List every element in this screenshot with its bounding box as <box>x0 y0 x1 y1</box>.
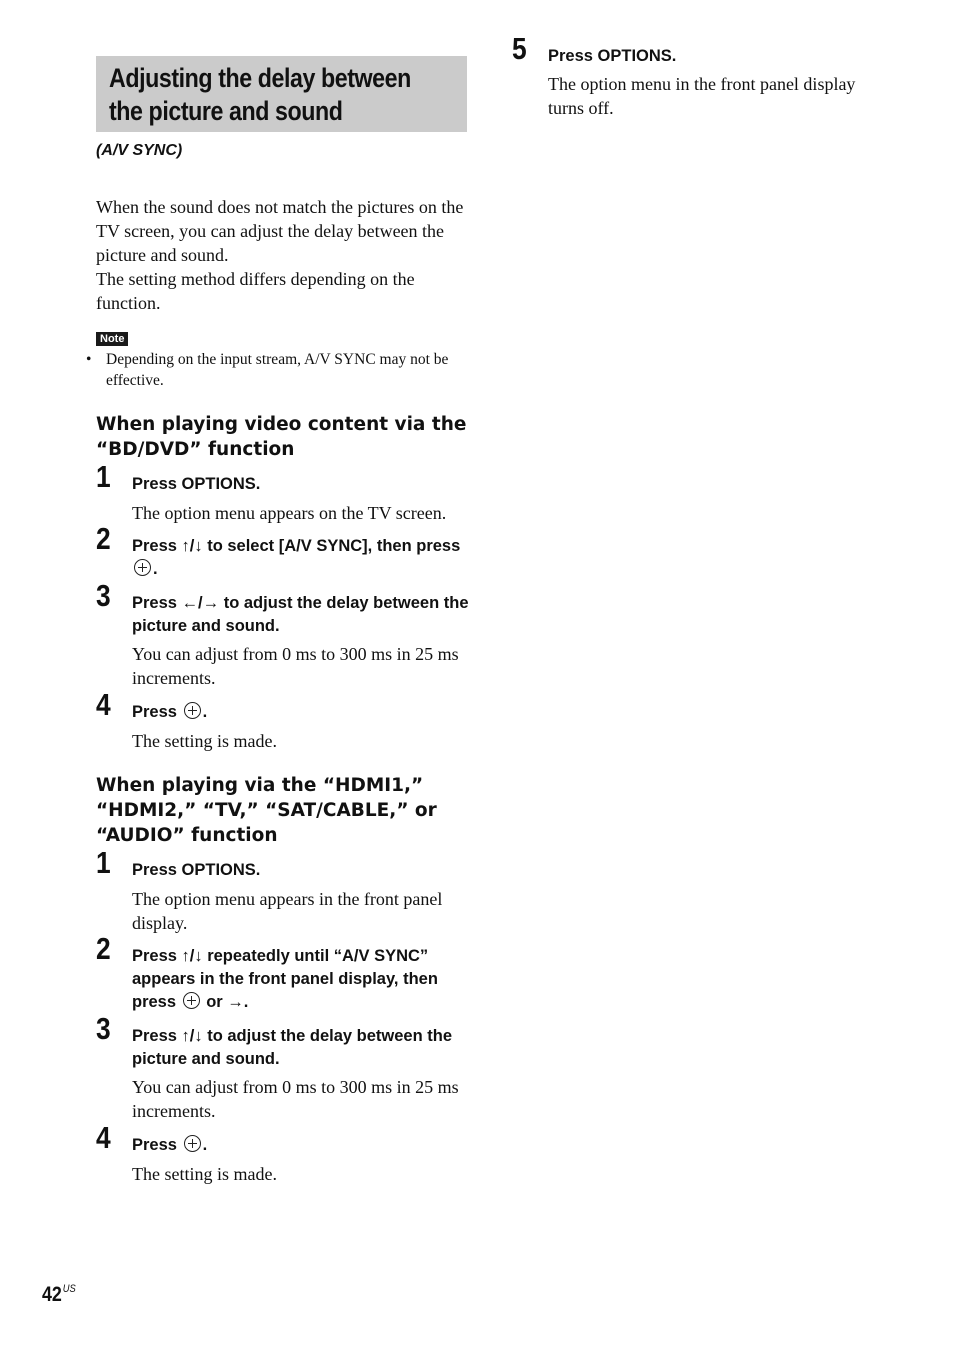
step-instruction: Press OPTIONS. <box>132 475 261 493</box>
instruction-text: Press <box>132 703 177 721</box>
page-number-value: 42 <box>42 1283 62 1306</box>
step-number: 4 <box>96 1120 111 1155</box>
title-line-1: Adjusting the delay between <box>109 63 411 93</box>
section-heading-bd-dvd: When playing video content via the “BD/D… <box>96 414 467 460</box>
instruction-text: Press ↑/↓ repeatedly until “A/V SYNC” ap… <box>132 947 438 1011</box>
note-badge: Note <box>96 332 129 346</box>
enter-button-icon <box>183 1135 201 1152</box>
enter-button-icon <box>182 992 200 1009</box>
note-item-text: Depending on the input stream, A/V SYNC … <box>106 351 449 389</box>
step-instruction: Press ↑/↓ to select [A/V SYNC], then pre… <box>132 535 472 581</box>
step-number: 4 <box>96 687 111 722</box>
step-instruction: Press ←/→ to adjust the delay between th… <box>132 594 469 635</box>
step-description: The option menu appears on the TV screen… <box>132 503 447 523</box>
page-title: Adjusting the delay between the picture a… <box>109 62 470 128</box>
note-item: • Depending on the input stream, A/V SYNC… <box>86 349 468 391</box>
instruction-text-end: . <box>202 703 208 721</box>
bullet: • <box>86 351 92 368</box>
page-number: 42US <box>42 1283 76 1307</box>
section-heading-hdmi: When playing via the “HDMI1,” “HDMI2,” “… <box>96 775 437 846</box>
step-description: The option menu appears in the front pan… <box>132 889 443 933</box>
step-number: 2 <box>96 521 111 556</box>
title-line-2: the picture and sound <box>109 96 343 126</box>
page-subtitle: (A/V SYNC) <box>96 142 183 159</box>
step-description: You can adjust from 0 ms to 300 ms in 25… <box>132 1077 459 1121</box>
step-number: 2 <box>96 931 111 966</box>
step-number: 5 <box>512 31 527 66</box>
step-description: The option menu in the front panel displ… <box>548 74 856 118</box>
step-instruction: Press ↑/↓ repeatedly until “A/V SYNC” ap… <box>132 945 472 1014</box>
title-banner: Adjusting the delay between the picture a… <box>96 56 467 132</box>
step-number: 3 <box>96 578 111 613</box>
instruction-text-end: . <box>202 1136 208 1154</box>
step-description: You can adjust from 0 ms to 300 ms in 25… <box>132 644 459 688</box>
step-number: 1 <box>96 459 111 494</box>
step-number: 3 <box>96 1011 111 1046</box>
step-instruction: Press OPTIONS. <box>132 861 261 879</box>
enter-button-icon <box>134 559 151 576</box>
step-instruction: Press ↑/↓ to adjust the delay between th… <box>132 1027 453 1068</box>
intro-paragraph-1: When the sound does not match the pictur… <box>96 197 464 265</box>
region-code: US <box>62 1283 76 1295</box>
step-instruction: Press . <box>132 701 472 724</box>
instruction-text: Press <box>132 1136 177 1154</box>
step-instruction: Press OPTIONS. <box>548 47 677 65</box>
step-description: The setting is made. <box>132 1164 277 1184</box>
instruction-text-end: or →. <box>206 993 249 1011</box>
intro-paragraph-2: The setting method differs depending on … <box>96 269 415 313</box>
instruction-text-end: . <box>153 560 158 578</box>
step-number: 1 <box>96 845 111 880</box>
enter-button-icon <box>183 702 201 719</box>
instruction-text: Press ↑/↓ to select [A/V SYNC], then pre… <box>132 537 461 555</box>
intro-text: When the sound does not match the pictur… <box>96 195 468 315</box>
step-instruction: Press . <box>132 1134 472 1157</box>
step-description: The setting is made. <box>132 731 277 751</box>
